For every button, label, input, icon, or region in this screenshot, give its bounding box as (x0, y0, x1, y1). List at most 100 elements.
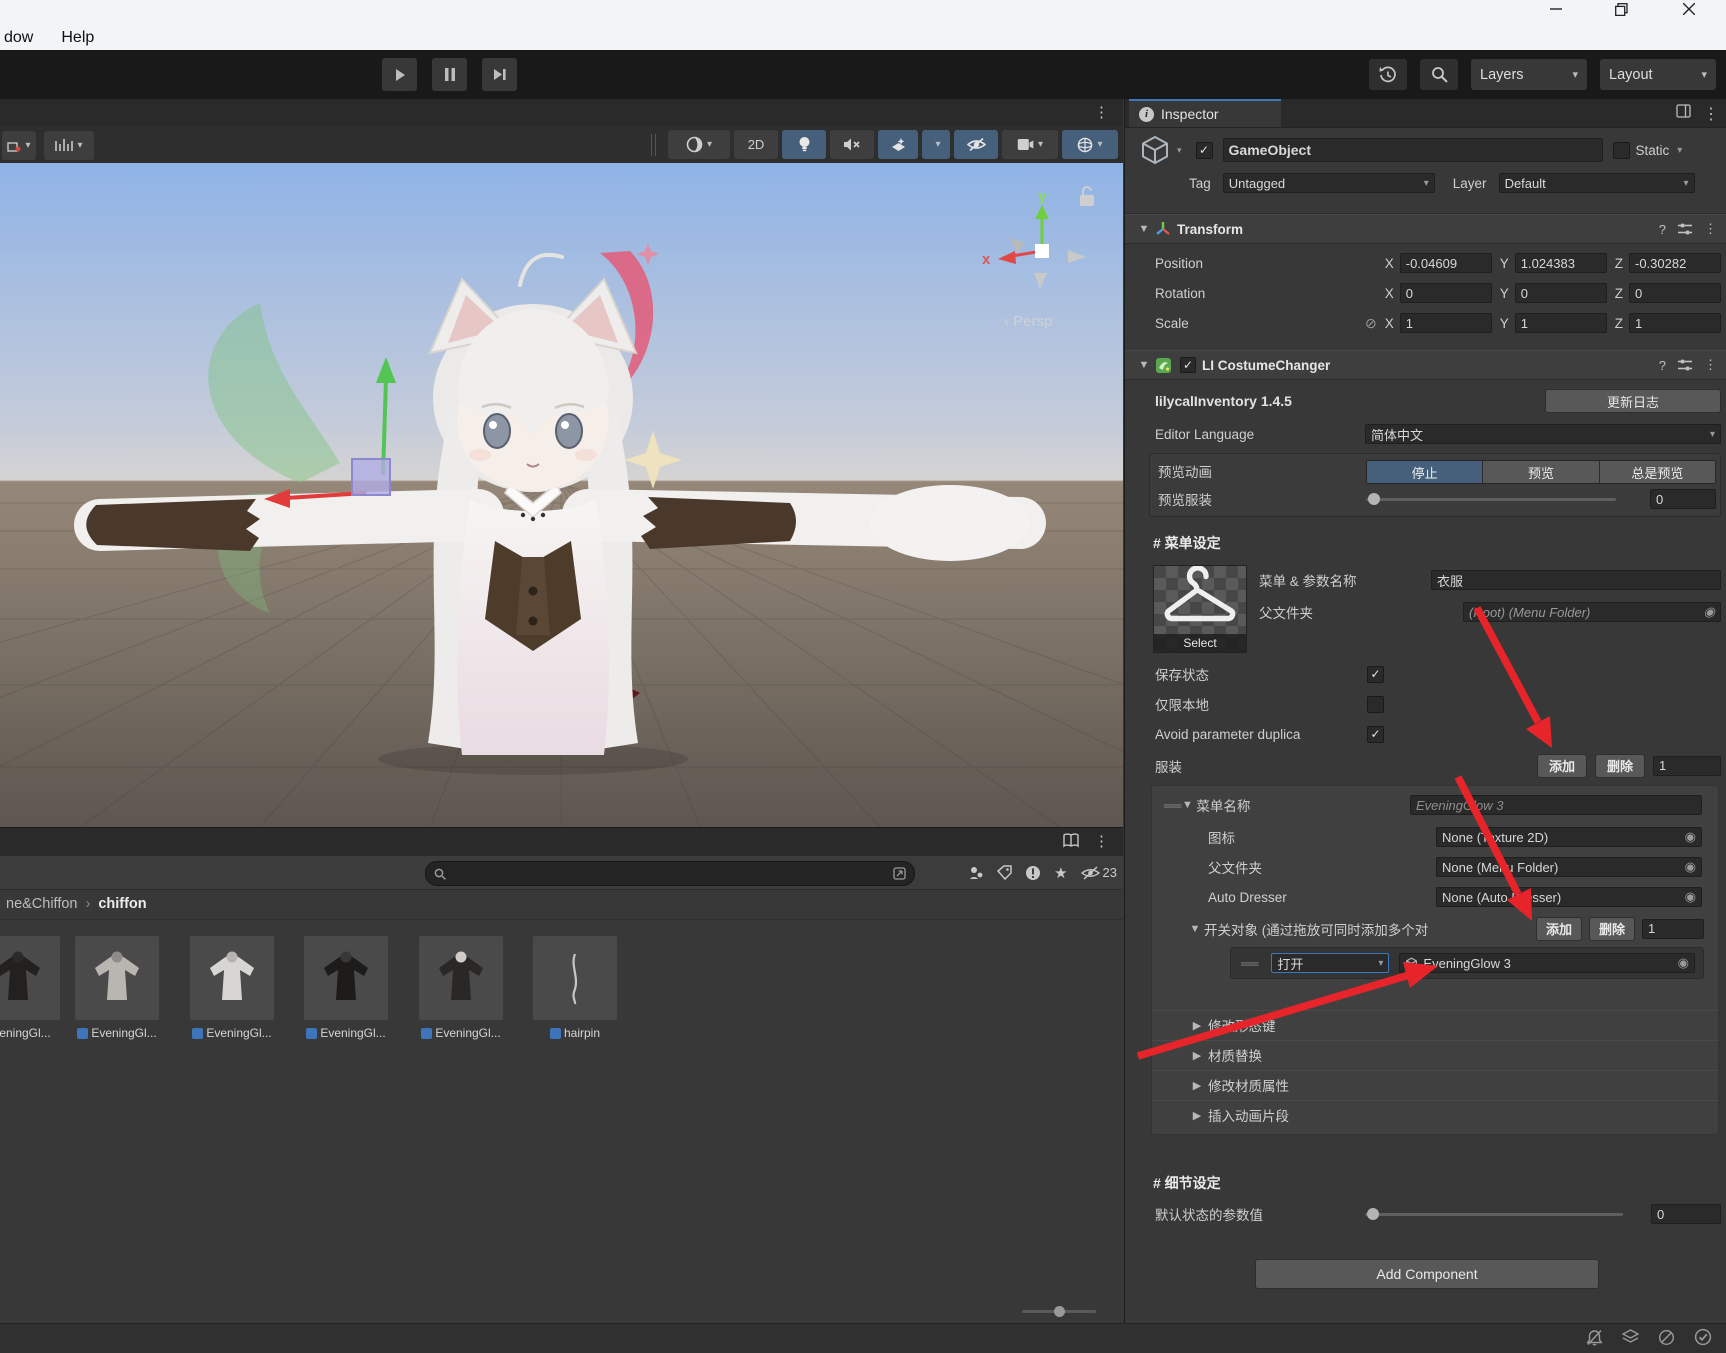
rotation-z-field[interactable]: 0 (1629, 283, 1721, 303)
draw-mode-button[interactable]: ▾ (668, 130, 730, 159)
local-only-checkbox[interactable] (1367, 696, 1384, 713)
minimize-icon[interactable] (1541, 0, 1571, 18)
toggle-state-dropdown[interactable]: 打开▾ (1271, 953, 1389, 973)
foldout-open-icon[interactable]: ▼ (1180, 799, 1194, 811)
position-z-field[interactable]: -0.30282 (1629, 253, 1721, 273)
scene-menu-kebab-icon[interactable]: ⋮ (1094, 103, 1109, 121)
position-x-field[interactable]: -0.04609 (1400, 253, 1492, 273)
preview-costume-value-field[interactable]: 0 (1650, 489, 1716, 509)
search-button[interactable] (1420, 59, 1458, 90)
toggle-add-button[interactable]: 添加 (1536, 917, 1582, 941)
warning-filter-icon[interactable] (1025, 865, 1041, 881)
persp-label[interactable]: ‹ Persp (1004, 313, 1052, 330)
breadcrumb-parent[interactable]: ne&Chiffon (6, 896, 77, 912)
scene-visibility-button[interactable] (954, 130, 998, 159)
tab-inspector[interactable]: i Inspector (1129, 99, 1281, 127)
asset-label[interactable]: EveningGl... (291, 1026, 401, 1040)
pause-button[interactable] (432, 58, 467, 91)
menu-param-field[interactable]: 衣服 (1431, 570, 1721, 590)
check-circle-icon[interactable] (1694, 1328, 1712, 1346)
step-button[interactable] (482, 58, 517, 91)
label-tag-icon[interactable] (997, 865, 1012, 880)
foldout-blendshapes[interactable]: ▶ 修改形态键 (1152, 1010, 1718, 1039)
scene-viewport[interactable]: y x ‹ Persp (0, 163, 1123, 827)
layer-dropdown[interactable]: Default▾ (1499, 173, 1695, 193)
preview-button[interactable]: 预览 (1483, 461, 1599, 483)
project-menu-kebab-icon[interactable]: ⋮ (1094, 832, 1109, 850)
foldout-open-icon[interactable]: ▼ (1137, 359, 1151, 371)
select-overlay[interactable]: Select (1154, 634, 1246, 652)
toggle-object-field[interactable]: EveningGlow 3 ◉ (1399, 953, 1695, 973)
presets-icon[interactable] (1678, 359, 1692, 371)
foldout-open-icon[interactable]: ▼ (1137, 223, 1151, 235)
object-picker-icon[interactable]: ◉ (1704, 604, 1715, 620)
object-picker-icon[interactable]: ◉ (1685, 829, 1696, 845)
chevron-down-icon[interactable]: ▾ (1177, 145, 1182, 156)
always-preview-button[interactable]: 总是预览 (1600, 461, 1715, 483)
asset-tile[interactable] (304, 936, 388, 1020)
asset-tile[interactable] (0, 936, 60, 1020)
asset-tile[interactable] (75, 936, 159, 1020)
add-component-button[interactable]: Add Component (1255, 1259, 1599, 1289)
asset-tile[interactable] (533, 936, 617, 1020)
scene-camera-button[interactable]: ▾ (1002, 130, 1058, 159)
kebab-icon[interactable]: ⋮ (1704, 221, 1717, 237)
transform-header[interactable]: ▼ Transform ? ⋮ (1125, 214, 1726, 244)
notifications-muted-icon[interactable] (1586, 1329, 1603, 1346)
static-checkbox[interactable] (1613, 142, 1630, 159)
layers-dropdown[interactable]: Layers ▾ (1471, 59, 1587, 90)
toggle-delete-button[interactable]: 删除 (1589, 917, 1635, 941)
editor-language-dropdown[interactable]: 简体中文▾ (1365, 424, 1721, 444)
scale-x-field[interactable]: 1 (1400, 313, 1492, 333)
favorites-star-icon[interactable]: ★ (1054, 864, 1067, 882)
search-in-window-icon[interactable] (893, 867, 906, 880)
panel-layout-icon[interactable] (1676, 104, 1691, 124)
costumes-add-button[interactable]: 添加 (1537, 754, 1587, 778)
breadcrumb-current[interactable]: chiffon (98, 896, 146, 912)
costume-changer-header[interactable]: ▼ ✓ LI CostumeChanger ? ⋮ (1125, 350, 1726, 380)
active-checkbox[interactable]: ✓ (1196, 142, 1213, 159)
update-log-button[interactable]: 更新日志 (1545, 389, 1721, 413)
scale-z-field[interactable]: 1 (1629, 313, 1721, 333)
drag-handle-icon[interactable]: ══ (1241, 956, 1257, 971)
foldout-animation-clip[interactable]: ▶ 插入动画片段 (1152, 1100, 1718, 1129)
asset-label[interactable]: EveningGl... (406, 1026, 516, 1040)
object-picker-icon[interactable]: ◉ (1678, 955, 1689, 971)
thumbnail-zoom-slider[interactable] (1022, 1306, 1096, 1316)
component-enabled-checkbox[interactable]: ✓ (1180, 357, 1196, 373)
rotation-y-field[interactable]: 0 (1515, 283, 1607, 303)
link-broken-icon[interactable]: ⊘ (1365, 315, 1377, 332)
asset-tile[interactable] (419, 936, 503, 1020)
play-button[interactable] (382, 58, 417, 91)
position-y-field[interactable]: 1.024383 (1515, 253, 1607, 273)
package-stack-icon[interactable] (1622, 1329, 1639, 1345)
stop-button[interactable]: 停止 (1367, 461, 1483, 483)
costumes-delete-button[interactable]: 删除 (1595, 754, 1645, 778)
parent-folder-object-field[interactable]: (Root) (Menu Folder)◉ (1463, 602, 1721, 622)
default-param-value-field[interactable]: 0 (1651, 1204, 1721, 1224)
avatar-filter-icon[interactable] (968, 865, 984, 881)
object-picker-icon[interactable]: ◉ (1685, 889, 1696, 905)
undo-history-button[interactable] (1369, 59, 1407, 90)
costumes-count-field[interactable]: 1 (1653, 756, 1721, 776)
preview-costume-slider[interactable] (1366, 489, 1616, 509)
hidden-count-badge[interactable]: 23 (1081, 865, 1117, 880)
asset-label[interactable]: EveningGl... (177, 1026, 287, 1040)
rotation-x-field[interactable]: 0 (1400, 283, 1492, 303)
2d-toggle-button[interactable]: 2D (734, 130, 778, 159)
lighting-toggle-button[interactable] (782, 130, 826, 159)
audio-toggle-button[interactable] (830, 130, 874, 159)
foldout-material-props[interactable]: ▶ 修改材质属性 (1152, 1070, 1718, 1099)
presets-icon[interactable] (1678, 223, 1692, 235)
save-state-checkbox[interactable]: ✓ (1367, 666, 1384, 683)
asset-label[interactable]: hairpin (520, 1026, 630, 1040)
effects-dropdown-button[interactable]: ▾ (922, 130, 950, 159)
menu-name-field[interactable]: EveningGlow 3 (1410, 795, 1702, 815)
layout-dropdown[interactable]: Layout ▾ (1600, 59, 1716, 90)
asset-label[interactable]: EveningGl... (62, 1026, 172, 1040)
menu-help[interactable]: Help (61, 29, 94, 47)
asset-tile[interactable] (190, 936, 274, 1020)
cache-disabled-icon[interactable] (1658, 1329, 1675, 1346)
kebab-icon[interactable]: ⋮ (1704, 357, 1717, 373)
effects-toggle-button[interactable] (878, 130, 918, 159)
